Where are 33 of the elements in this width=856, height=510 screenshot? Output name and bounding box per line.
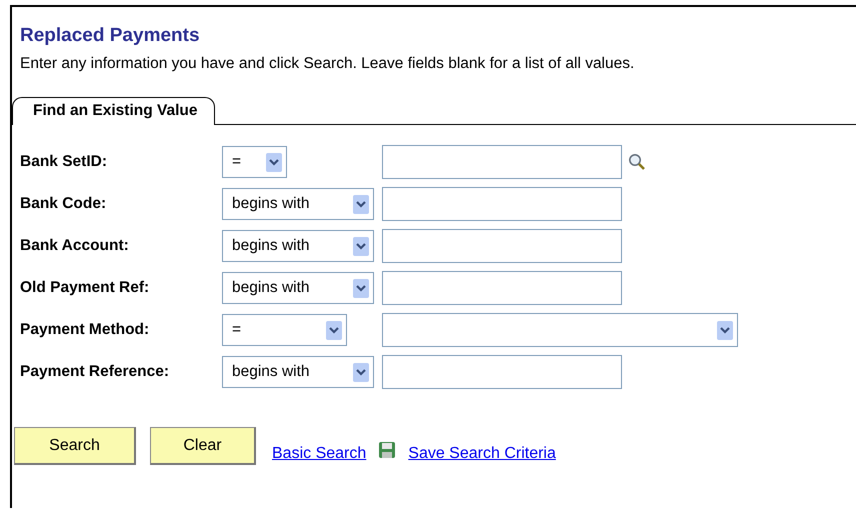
tab[interactable]: Find an Existing Value [12, 97, 215, 125]
value-dropdown[interactable] [382, 313, 738, 347]
field-label: Payment Method: [20, 321, 150, 339]
input-field[interactable] [382, 271, 622, 305]
caret-icon [326, 320, 342, 340]
operator-dropdown[interactable]: begins with [222, 356, 374, 388]
operator-dropdown[interactable]: begins with [222, 230, 374, 262]
action-button[interactable]: Clear [150, 427, 256, 465]
caret-icon [717, 320, 733, 340]
field-label: Bank Account: [20, 237, 130, 255]
action-button[interactable]: Search [14, 427, 136, 465]
field-label: Old Payment Ref: [20, 279, 150, 297]
operator-dropdown[interactable]: = [222, 314, 347, 346]
caret-icon [266, 152, 282, 172]
field-label: Payment Reference: [20, 363, 170, 381]
operator-dropdown[interactable]: begins with [222, 272, 374, 304]
caret-icon [353, 278, 369, 298]
caret-icon [353, 236, 369, 256]
field-label: Bank Code: [20, 195, 108, 213]
input-field[interactable] [382, 187, 622, 221]
caret-icon [353, 194, 369, 214]
input-field[interactable] [382, 229, 622, 263]
page-title: Replaced Payments [20, 25, 201, 47]
search-icon[interactable] [628, 153, 646, 171]
link[interactable]: Save Search Criteria [408, 445, 556, 463]
caret-icon [353, 362, 369, 382]
instructions: Enter any information you have and click Search. Leave fields blank for a list of all values. [20, 55, 636, 73]
operator-dropdown[interactable]: = [222, 146, 287, 178]
input-field[interactable] [382, 355, 622, 389]
link[interactable]: Basic Search [272, 445, 366, 463]
field-label: Bank SetID: [20, 153, 108, 171]
operator-dropdown[interactable]: begins with [222, 188, 374, 220]
input-field[interactable] [382, 145, 622, 179]
